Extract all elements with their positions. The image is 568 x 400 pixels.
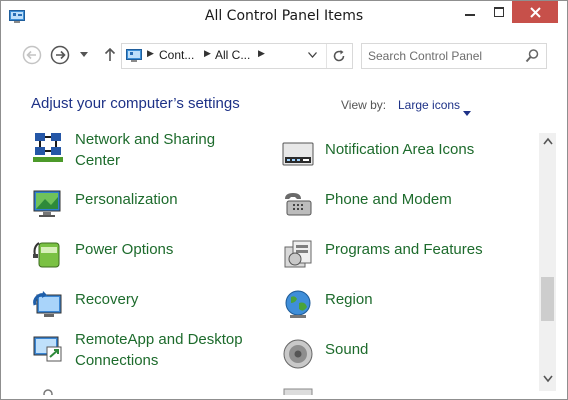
item-label: Personalization <box>75 191 178 208</box>
close-button[interactable] <box>512 1 558 23</box>
vertical-scrollbar[interactable] <box>539 133 556 391</box>
network-sharing-icon <box>31 133 65 165</box>
chevron-down-icon <box>542 375 553 383</box>
partial-item-icon <box>283 381 313 395</box>
search-icon[interactable] <box>524 48 540 64</box>
chevron-up-icon <box>542 137 553 145</box>
forward-arrow-icon <box>50 45 70 65</box>
item-network-sharing-center[interactable]: Network and Sharing Center <box>31 133 271 171</box>
item-remoteapp-desktop-connections[interactable]: RemoteApp and Desktop Connections <box>31 327 271 371</box>
chevron-down-icon <box>80 52 88 57</box>
refresh-button[interactable] <box>329 46 349 66</box>
item-label: Phone and Modem <box>325 191 452 208</box>
back-button[interactable] <box>21 44 43 66</box>
scroll-thumb[interactable] <box>541 277 554 321</box>
item-label: Recovery <box>75 291 139 308</box>
item-label: RemoteApp and Desktop <box>75 331 243 348</box>
item-personalization[interactable]: Personalization <box>31 183 271 227</box>
item-label: Sound <box>325 341 369 358</box>
recovery-icon <box>31 287 65 321</box>
notification-area-icon <box>281 137 315 171</box>
back-arrow-icon <box>22 45 42 65</box>
remoteapp-icon <box>31 331 65 365</box>
item-notification-area-icons[interactable]: Notification Area Icons <box>281 133 521 177</box>
address-dropdown-icon[interactable] <box>308 50 317 61</box>
up-button[interactable] <box>99 44 121 66</box>
view-by-caret-icon[interactable] <box>463 101 471 120</box>
item-label: Power Options <box>75 241 174 258</box>
title-bar[interactable]: All Control Panel Items <box>1 1 567 31</box>
item-label: Center <box>75 152 121 169</box>
items-view: Network and Sharing Center Notification … <box>1 133 539 395</box>
item-label: Region <box>325 291 373 308</box>
breadcrumb-all-items[interactable]: All C... <box>215 48 250 62</box>
content-area: Adjust your computer’s settings View by:… <box>1 81 567 399</box>
navigation-bar: ▶ Cont... ▶ All C... ▶ <box>1 39 567 73</box>
item-programs-and-features[interactable]: Programs and Features <box>281 233 521 277</box>
minimize-icon <box>465 14 475 16</box>
region-icon <box>281 287 315 321</box>
item-label: Connections <box>75 352 159 369</box>
control-panel-small-icon <box>126 48 142 62</box>
phone-modem-icon <box>281 187 315 221</box>
item-phone-and-modem[interactable]: Phone and Modem <box>281 183 521 227</box>
maximize-icon <box>494 7 504 17</box>
scroll-down-button[interactable] <box>539 375 556 389</box>
item-recovery[interactable]: Recovery <box>31 283 271 327</box>
address-bar[interactable]: ▶ Cont... ▶ All C... ▶ <box>121 43 353 69</box>
item-sound[interactable]: Sound <box>281 333 521 377</box>
breadcrumb-control-panel[interactable]: Cont... <box>159 48 194 62</box>
breadcrumb-separator-icon[interactable]: ▶ <box>258 49 265 59</box>
page-heading: Adjust your computer’s settings <box>31 95 240 112</box>
scroll-up-button[interactable] <box>539 137 556 151</box>
item-label: Programs and Features <box>325 241 483 258</box>
address-divider <box>326 44 327 68</box>
partial-item-icon <box>41 381 55 395</box>
item-region[interactable]: Region <box>281 283 521 327</box>
forward-button[interactable] <box>49 44 71 66</box>
recent-locations-button[interactable] <box>77 44 91 66</box>
breadcrumb-separator-icon[interactable]: ▶ <box>204 49 211 59</box>
personalization-icon <box>31 187 65 221</box>
item-label: Network and Sharing <box>75 133 216 148</box>
power-options-icon <box>31 237 65 271</box>
programs-features-icon <box>281 237 315 271</box>
view-by-dropdown[interactable]: Large icons <box>398 98 460 112</box>
control-panel-window: All Control Panel Items ▶ Cont... ▶ All … <box>0 0 568 400</box>
item-label: Notification Area Icons <box>325 141 475 158</box>
close-icon <box>529 6 541 18</box>
minimize-button[interactable] <box>456 1 484 23</box>
maximize-button[interactable] <box>485 1 513 23</box>
search-input[interactable] <box>368 47 518 65</box>
search-box[interactable] <box>361 43 547 69</box>
breadcrumb-separator-icon[interactable]: ▶ <box>147 49 154 59</box>
sound-icon <box>281 337 315 371</box>
refresh-icon <box>333 50 345 62</box>
view-by-label: View by: <box>341 98 387 112</box>
up-arrow-icon <box>104 48 116 61</box>
item-power-options[interactable]: Power Options <box>31 233 271 277</box>
